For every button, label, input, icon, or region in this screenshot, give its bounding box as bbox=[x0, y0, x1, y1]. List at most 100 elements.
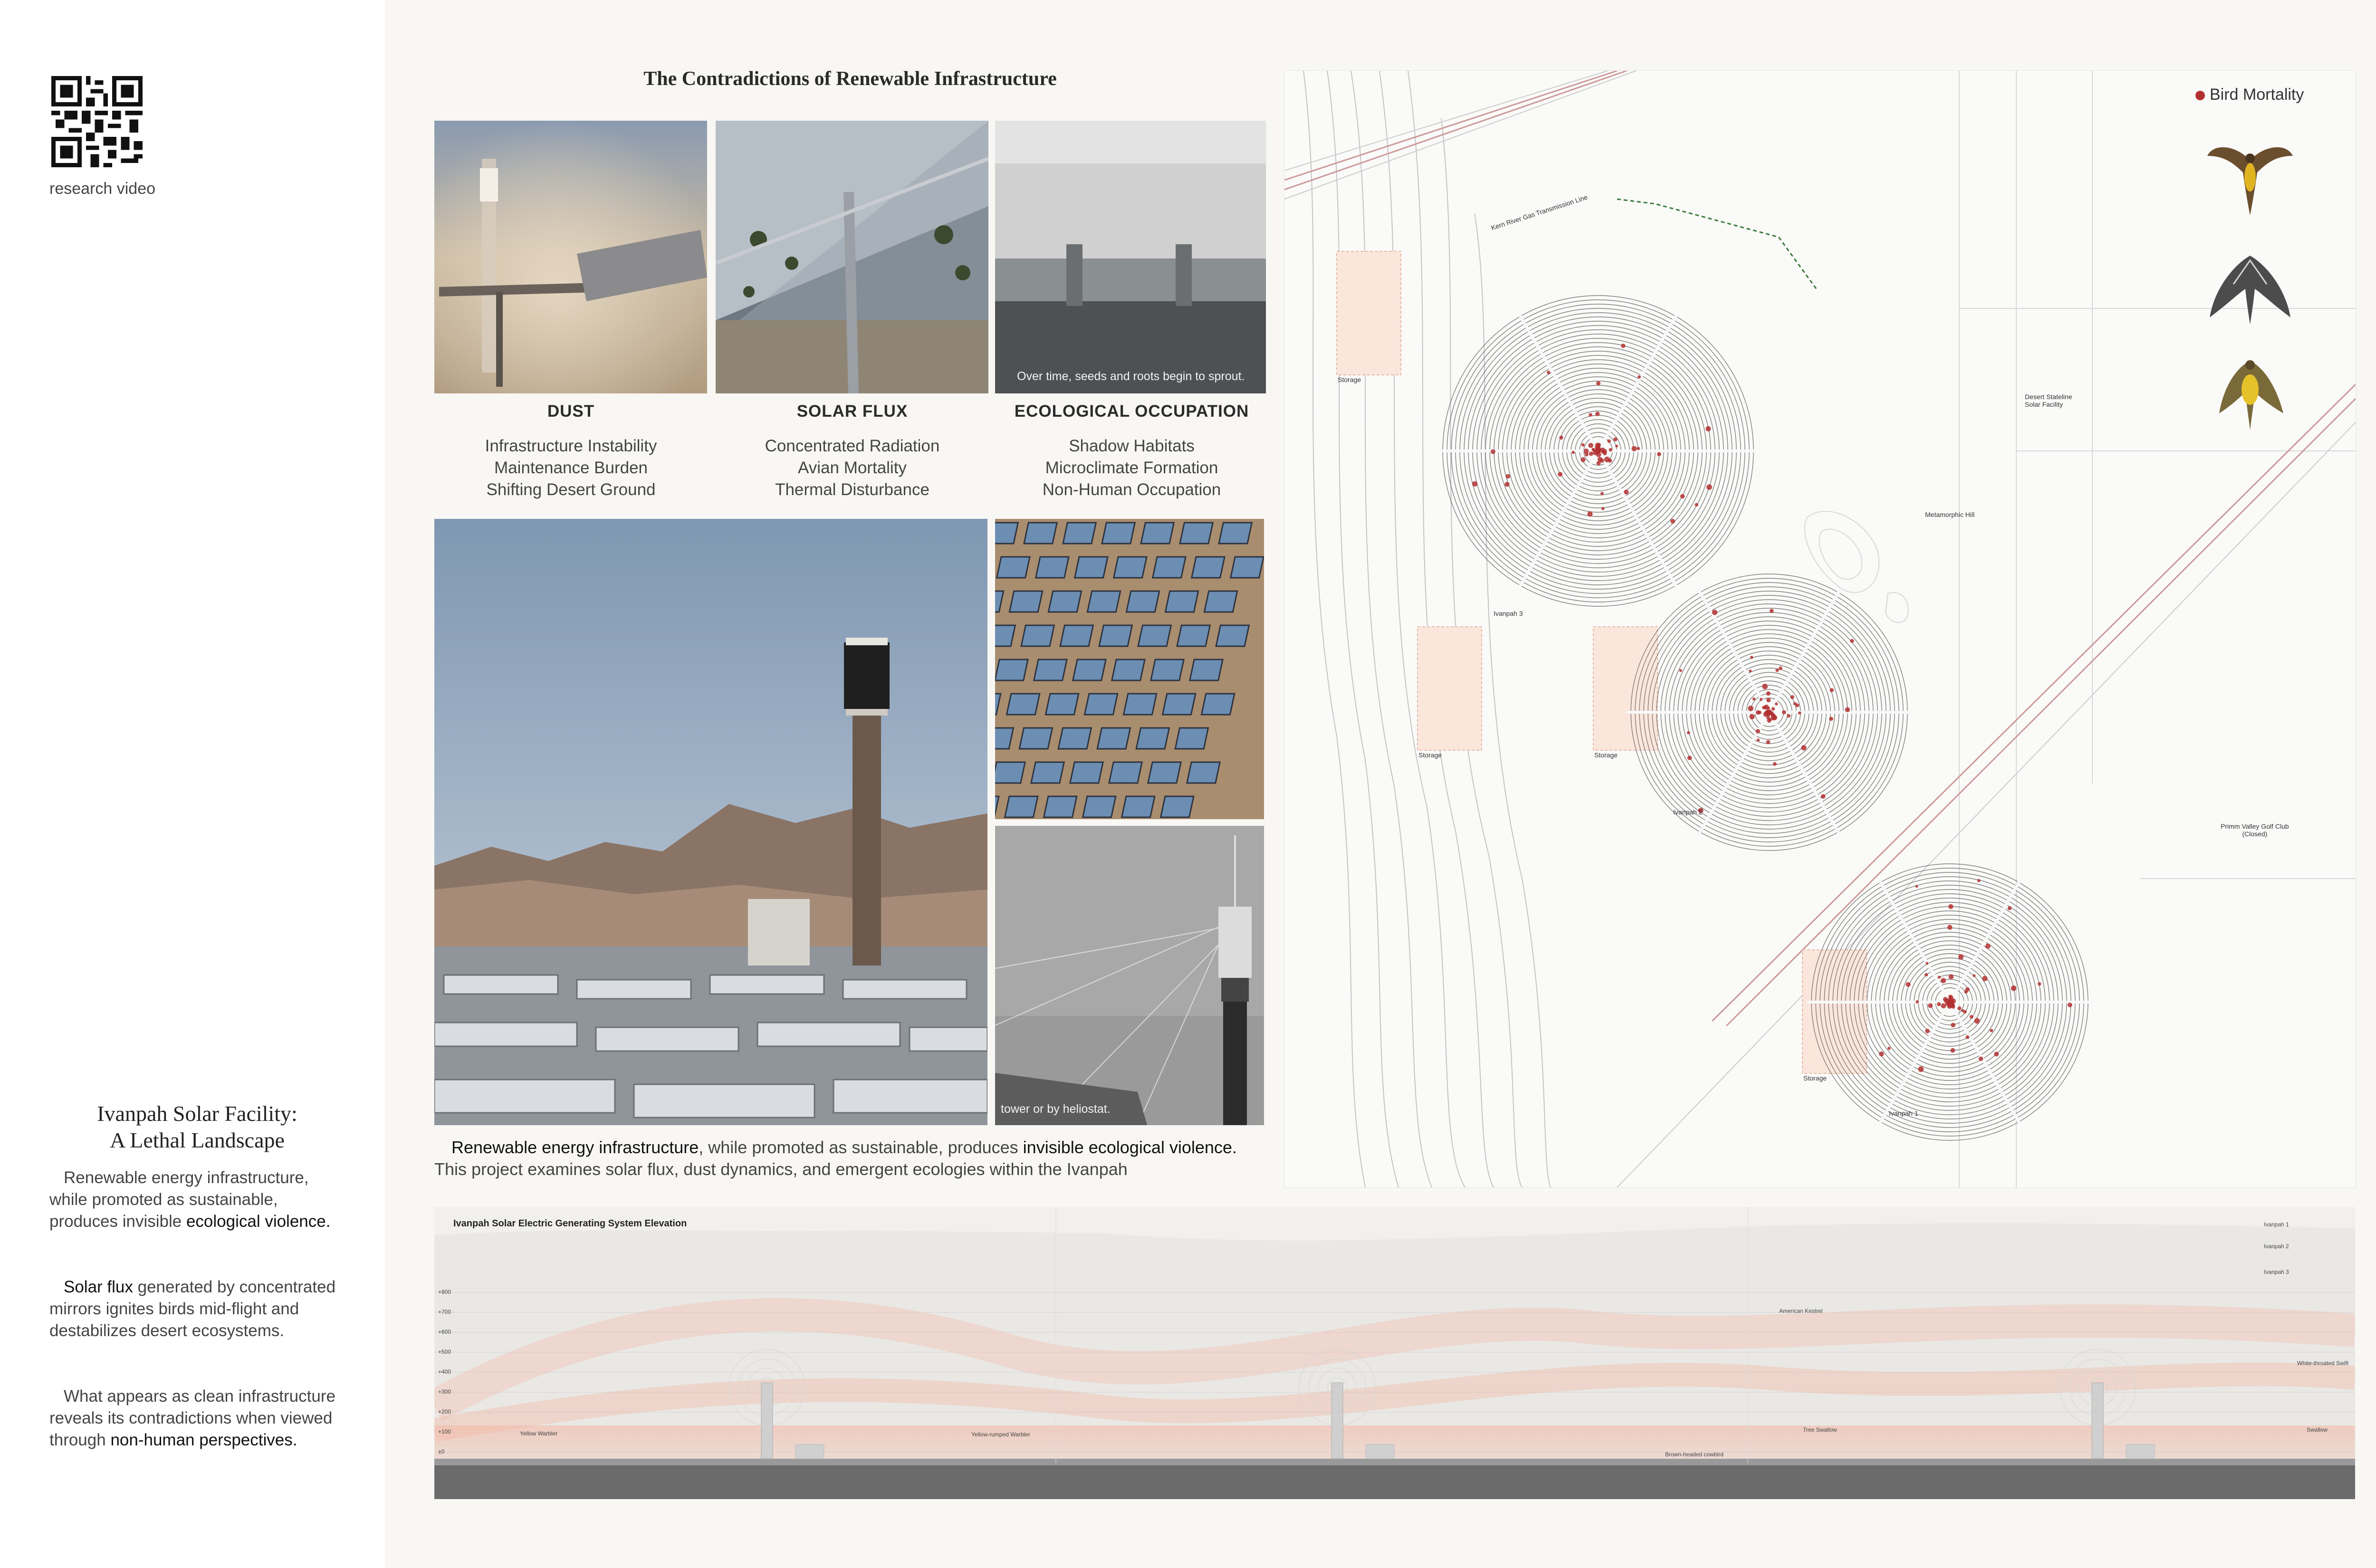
mirror-shape bbox=[996, 556, 1031, 579]
qr-code-icon[interactable] bbox=[51, 76, 143, 167]
mortality-dot bbox=[1771, 707, 1775, 711]
elevation-legend-item: Ivanpah 1 bbox=[2264, 1221, 2289, 1228]
site-map: Kern River Gas Transmission Line Storage… bbox=[1284, 70, 2356, 1188]
mirror-shape bbox=[1164, 590, 1199, 613]
height-label: +600 bbox=[438, 1329, 451, 1335]
mortality-dot bbox=[1850, 639, 1854, 643]
height-label: +300 bbox=[438, 1388, 451, 1395]
elevation-legend-item: Ivanpah 3 bbox=[2264, 1269, 2289, 1275]
mortality-dot bbox=[1769, 609, 1774, 613]
mortality-dot bbox=[1948, 999, 1954, 1005]
mortality-dot bbox=[2038, 982, 2041, 986]
mirror-shape bbox=[1174, 727, 1209, 750]
mortality-dot bbox=[1766, 691, 1771, 696]
mortality-dot bbox=[1845, 707, 1850, 712]
mirror-shape bbox=[1188, 659, 1224, 681]
panel-item: Shadow Habitats bbox=[1069, 437, 1195, 455]
label-line: Desert Stateline bbox=[2025, 393, 2072, 401]
mortality-dot bbox=[1961, 1009, 1964, 1013]
photo-solar-flux bbox=[716, 121, 988, 393]
mortality-dot bbox=[1559, 435, 1563, 440]
mortality-dot bbox=[1937, 975, 1941, 979]
mortality-dot bbox=[1924, 973, 1928, 977]
mirror-shape bbox=[1108, 761, 1143, 784]
bird-label: White-throated Swift bbox=[2297, 1360, 2349, 1367]
mirror-shape bbox=[1035, 556, 1070, 579]
mirror-shape bbox=[1186, 761, 1221, 784]
panel-title: SOLAR FLUX bbox=[796, 402, 908, 421]
mortality-dot bbox=[1608, 459, 1612, 463]
map-label-ivanpah2: Ivanpah 2 bbox=[1673, 808, 1703, 816]
mortality-dot bbox=[1801, 745, 1807, 751]
elevation-legend-item: Ivanpah 2 bbox=[2264, 1243, 2289, 1250]
mirror-shape bbox=[1218, 522, 1253, 545]
mirror-shape bbox=[1215, 624, 1250, 647]
mortality-dot bbox=[1752, 697, 1756, 701]
bird-label: Swallow bbox=[2307, 1426, 2328, 1433]
mortality-dot bbox=[1621, 344, 1626, 348]
mortality-dot bbox=[1762, 683, 1768, 689]
mirror-shape bbox=[1112, 556, 1148, 579]
qr-caption[interactable]: research video bbox=[49, 180, 155, 198]
mortality-dot bbox=[1787, 714, 1791, 718]
mirror-shape bbox=[1020, 624, 1055, 647]
mortality-dot bbox=[1973, 974, 1976, 977]
mortality-dot bbox=[1782, 710, 1786, 715]
text: , while promoted as sustainable, produce… bbox=[699, 1138, 1023, 1157]
mortality-dot bbox=[1906, 982, 1911, 987]
mirror-shape bbox=[1147, 761, 1182, 784]
mortality-dot bbox=[1767, 707, 1770, 710]
bird-label: American Kestrel bbox=[1779, 1308, 1823, 1314]
mortality-dot bbox=[1950, 1048, 1955, 1053]
photo-heliostat-field bbox=[995, 519, 1264, 819]
mirror-shape bbox=[1101, 522, 1136, 545]
mortality-dot bbox=[1948, 974, 1954, 979]
panel-item: Thermal Disturbance bbox=[775, 480, 929, 499]
map-label-stateline: Desert Stateline Solar Facility bbox=[2025, 393, 2072, 408]
mortality-dot bbox=[1918, 1066, 1924, 1072]
mirror-shape bbox=[1006, 693, 1041, 716]
map-label-ivanpah3: Ivanpah 3 bbox=[1494, 610, 1523, 617]
mortality-dot bbox=[1798, 711, 1801, 715]
mortality-dot bbox=[1748, 706, 1753, 711]
elevation-title: Ivanpah Solar Electric Generating System… bbox=[453, 1218, 687, 1229]
bird-illustration bbox=[2205, 237, 2295, 327]
sidebar-paragraph: Solar flux generated by concentrated mir… bbox=[49, 1276, 344, 1342]
mortality-dot bbox=[1705, 426, 1711, 431]
height-label: +100 bbox=[438, 1428, 451, 1435]
mortality-dot bbox=[1766, 740, 1771, 745]
photo-ivanpah-tower bbox=[434, 519, 987, 1125]
mirror-shape bbox=[1057, 727, 1092, 750]
mirror-shape bbox=[1043, 795, 1078, 818]
mortality-dot bbox=[1830, 688, 1834, 692]
map-legend: Bird Mortality bbox=[2195, 86, 2304, 104]
mortality-dot bbox=[1595, 449, 1600, 454]
mirror-shape bbox=[1008, 590, 1044, 613]
label-line: Primm Valley Golf Club bbox=[2221, 822, 2289, 830]
photo-dust bbox=[434, 121, 707, 393]
mortality-dot bbox=[1771, 713, 1774, 717]
mirror-shape bbox=[1203, 590, 1238, 613]
mortality-dot-icon bbox=[2195, 91, 2205, 101]
mortality-dot bbox=[1756, 738, 1760, 742]
highlight-text: non-human perspectives. bbox=[110, 1431, 297, 1449]
label-line: (Closed) bbox=[2242, 830, 2268, 838]
sidebar-paragraph: What appears as clean infrastructure rev… bbox=[49, 1386, 344, 1451]
mortality-dot bbox=[1504, 482, 1510, 487]
height-label: +800 bbox=[438, 1289, 451, 1295]
mirror-shape bbox=[1122, 693, 1158, 716]
panel-item: Avian Mortality bbox=[798, 459, 907, 477]
mirror-shape bbox=[1072, 659, 1107, 681]
mortality-dot bbox=[1775, 669, 1779, 672]
mortality-dot bbox=[1928, 1003, 1933, 1008]
mirror-shape bbox=[1179, 522, 1214, 545]
mortality-dot bbox=[1937, 1002, 1941, 1006]
mortality-dot bbox=[1990, 1029, 1993, 1033]
highlight-text: Solar flux bbox=[64, 1278, 133, 1296]
mortality-dot bbox=[1615, 444, 1619, 448]
bird-illustration bbox=[2205, 342, 2295, 432]
panel-item: Shifting Desert Ground bbox=[486, 480, 656, 499]
mortality-dot bbox=[1779, 666, 1782, 670]
mortality-dot bbox=[1601, 507, 1605, 510]
mortality-dot bbox=[1977, 879, 1981, 882]
